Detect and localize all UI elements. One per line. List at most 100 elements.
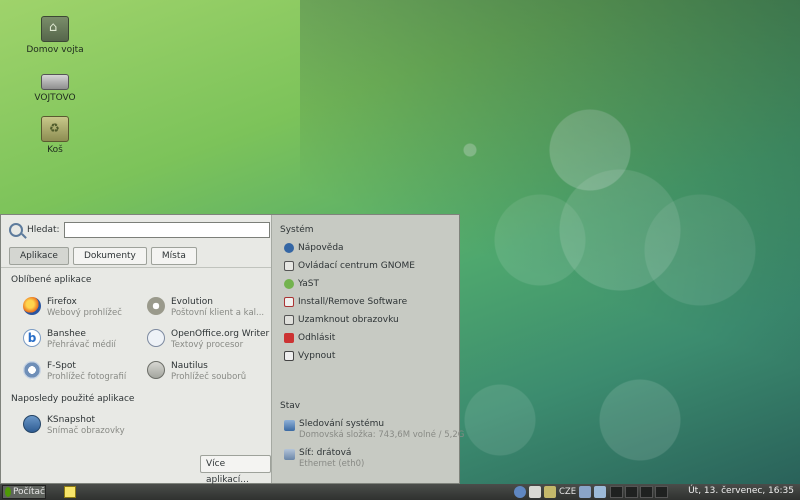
system-item-logout[interactable]: Odhlásit (284, 333, 335, 343)
shutdown-icon (284, 351, 294, 361)
status-desc: Ethernet (eth0) (299, 459, 365, 469)
system-item-control-center[interactable]: Ovládací centrum GNOME (284, 261, 415, 271)
volume-icon[interactable] (594, 486, 607, 498)
app-name: Evolution (171, 297, 213, 307)
desktop-icon-label: VOJTOVO (34, 93, 76, 103)
system-item-help[interactable]: Nápověda (284, 243, 344, 253)
banshee-icon: b (23, 329, 41, 347)
favorite-app-writer[interactable]: OpenOffice.org Writer Textový procesor (147, 329, 269, 351)
home-folder-icon (41, 16, 69, 42)
desktop-icon-home[interactable]: Domov vojta (20, 16, 90, 55)
favorites-title: Oblíbené aplikace (11, 275, 92, 285)
menu-left-pane: Hledat: Aplikace Dokumenty Místa Oblíben… (1, 215, 272, 485)
app-desc: Textový procesor (171, 340, 244, 350)
more-applications-button[interactable]: Více aplikací... (200, 455, 271, 485)
app-desc: Přehrávač médií (47, 340, 116, 350)
clipboard-icon[interactable] (529, 486, 541, 498)
system-item-label: Install/Remove Software (298, 297, 408, 307)
desktop-icon-trash[interactable]: Koš (20, 116, 90, 155)
computer-menu-label: Počítač (12, 487, 45, 497)
network-wired-icon (284, 449, 295, 460)
trash-icon (41, 116, 69, 142)
workspace-2[interactable] (625, 486, 638, 498)
status-name: Sledování systému (299, 419, 385, 429)
favorite-app-firefox[interactable]: Firefox Webový prohlížeč (23, 297, 122, 319)
tab-documents[interactable]: Dokumenty (72, 247, 147, 265)
tabs-divider (1, 267, 271, 268)
system-tray: CZE (514, 486, 607, 498)
search-input[interactable] (63, 222, 270, 238)
app-name: Nautilus (171, 361, 208, 371)
keyboard-layout-indicator[interactable]: CZE (559, 487, 576, 497)
app-desc: Webový prohlížeč (47, 308, 122, 318)
search-row: Hledat: (9, 222, 270, 238)
status-title: Stav (280, 401, 301, 411)
system-item-label: Odhlásit (298, 333, 336, 343)
app-name: F-Spot (47, 361, 76, 371)
evolution-icon (147, 297, 165, 315)
favorite-app-banshee[interactable]: b Banshee Přehrávač médií (23, 329, 116, 351)
app-name: Banshee (47, 329, 86, 339)
lock-screen-icon (284, 315, 294, 325)
yast-icon (284, 279, 294, 289)
app-desc: Prohlížeč fotografií (47, 372, 127, 382)
favorite-app-fspot[interactable]: F-Spot Prohlížeč fotografií (23, 361, 126, 383)
updater-icon[interactable] (514, 486, 526, 498)
system-item-label: Ovládací centrum GNOME (298, 261, 415, 271)
control-center-icon (284, 261, 294, 271)
system-item-lock-screen[interactable]: Uzamknout obrazovku (284, 315, 399, 325)
menu-right-pane: Systém Nápověda Ovládací centrum GNOME Y… (272, 215, 464, 483)
system-item-label: Nápověda (298, 243, 344, 253)
fspot-icon (23, 361, 41, 379)
system-item-install-software[interactable]: Install/Remove Software (284, 297, 407, 307)
network-icon[interactable] (579, 486, 592, 498)
recent-app-ksnapshot[interactable]: KSnapshot Snímač obrazovky (23, 415, 125, 437)
help-icon (284, 243, 294, 253)
workspace-switcher (610, 486, 668, 498)
search-icon (9, 223, 23, 237)
display-icon[interactable] (544, 486, 556, 498)
tab-applications[interactable]: Aplikace (9, 247, 69, 265)
status-desc: Domovská složka: 743,6M volné / 5,2G (299, 430, 465, 440)
writer-icon (147, 329, 165, 347)
app-name: OpenOffice.org Writer (171, 329, 270, 339)
status-item-network[interactable]: Síť: drátová Ethernet (eth0) (284, 448, 364, 470)
favorite-app-evolution[interactable]: Evolution Poštovní klient a kal... (147, 297, 264, 319)
app-desc: Prohlížeč souborů (171, 372, 247, 382)
clock[interactable]: Út, 13. červenec, 16:35 (688, 486, 794, 496)
firefox-icon (23, 297, 41, 315)
system-item-label: Uzamknout obrazovku (298, 315, 399, 325)
drive-icon (41, 74, 69, 90)
logout-icon (284, 333, 294, 343)
app-name: KSnapshot (47, 415, 95, 425)
bottom-panel: Počítač CZE Út, 13. červenec, 16:35 (0, 484, 800, 500)
computer-menu-button[interactable]: Počítač (2, 485, 46, 499)
nautilus-icon (147, 361, 165, 379)
app-name: Firefox (47, 297, 77, 307)
workspace-3[interactable] (640, 486, 653, 498)
workspace-1[interactable] (610, 486, 623, 498)
system-title: Systém (280, 225, 314, 235)
system-monitor-icon (284, 420, 295, 431)
app-desc: Poštovní klient a kal... (171, 308, 265, 318)
search-label: Hledat: (27, 225, 60, 235)
desktop-icon-drive[interactable]: VOJTOVO (20, 66, 90, 103)
notes-icon[interactable] (64, 486, 76, 498)
workspace-4[interactable] (655, 486, 668, 498)
menu-tabs: Aplikace Dokumenty Místa (9, 247, 197, 265)
system-item-label: YaST (298, 279, 319, 289)
system-item-yast[interactable]: YaST (284, 279, 319, 289)
app-desc: Snímač obrazovky (47, 426, 125, 436)
recent-title: Naposledy použité aplikace (11, 394, 135, 404)
status-item-system-monitor[interactable]: Sledování systému Domovská složka: 743,6M… (284, 419, 464, 441)
install-software-icon (284, 297, 294, 307)
tab-places[interactable]: Místa (150, 247, 197, 265)
status-name: Síť: drátová (299, 448, 352, 458)
favorite-app-nautilus[interactable]: Nautilus Prohlížeč souborů (147, 361, 246, 383)
main-menu: Hledat: Aplikace Dokumenty Místa Oblíben… (0, 214, 464, 485)
gecko-icon (5, 487, 11, 497)
desktop-icon-label: Domov vojta (26, 45, 84, 55)
system-item-shutdown[interactable]: Vypnout (284, 351, 335, 361)
desktop-icon-label: Koš (47, 145, 63, 155)
system-item-label: Vypnout (298, 351, 336, 361)
